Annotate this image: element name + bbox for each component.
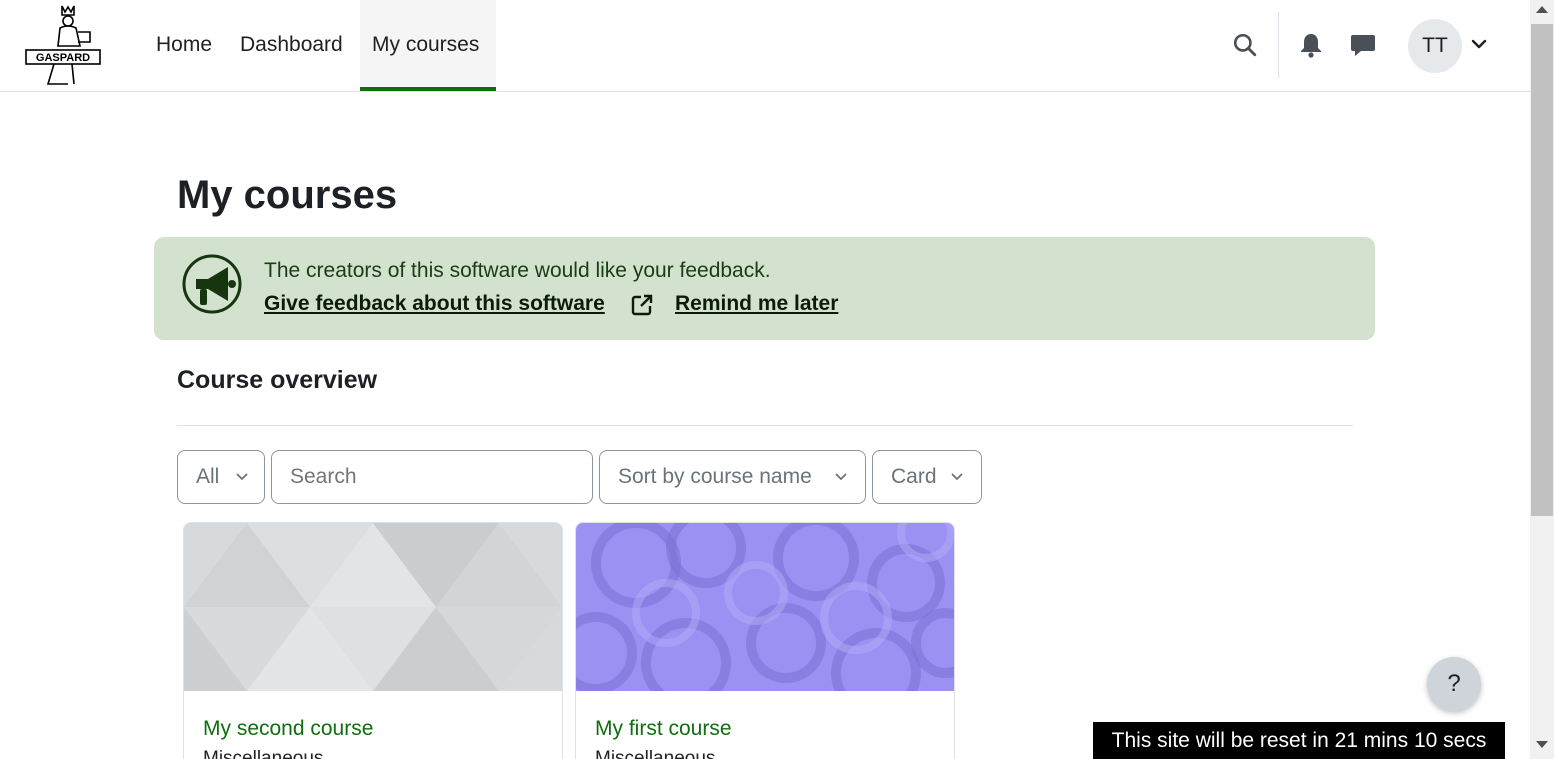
view-value: Card [891,465,937,488]
sort-value: Sort by course name [618,465,812,488]
gaspard-logo[interactable]: GASPARD [22,4,104,86]
scroll-down-arrow-icon[interactable] [1536,741,1548,748]
give-feedback-link[interactable]: Give feedback about this software [264,292,605,316]
course-card[interactable]: My second course Miscellaneous [183,522,563,759]
page-title: My courses [177,173,398,217]
top-navbar: GASPARD Home Dashboard My courses TT [0,0,1530,92]
course-category: Miscellaneous [595,748,716,759]
course-image[interactable] [184,523,562,691]
chevron-down-icon[interactable] [1468,33,1490,55]
section-divider [177,425,1353,426]
bell-icon[interactable] [1294,28,1328,62]
course-overview-title: Course overview [177,366,378,394]
course-image[interactable] [576,523,954,691]
course-category: Miscellaneous [203,748,324,759]
course-name-link[interactable]: My second course [203,717,373,741]
view-dropdown[interactable]: Card [872,450,982,504]
course-card[interactable]: My first course Miscellaneous [575,522,955,759]
chat-icon[interactable] [1346,28,1380,62]
grouping-value: All [196,465,220,488]
scrollbar-thumb[interactable] [1531,24,1553,516]
remind-me-later-link[interactable]: Remind me later [675,292,838,316]
site-reset-notice: This site will be reset in 21 mins 10 se… [1093,722,1505,759]
help-button[interactable]: ? [1427,657,1481,711]
megaphone-icon [182,254,242,314]
nav-my-courses-link[interactable]: My courses [360,0,496,91]
chevron-down-icon [835,473,847,481]
nav-dashboard-link[interactable]: Dashboard [228,0,355,90]
feedback-message: The creators of this software would like… [264,259,771,282]
chevron-down-icon [951,473,963,481]
course-search-input[interactable] [271,450,593,504]
course-name-link[interactable]: My first course [595,717,732,741]
logo-text: GASPARD [36,52,90,64]
user-avatar[interactable]: TT [1408,19,1462,73]
navbar-divider [1278,12,1279,78]
search-icon[interactable] [1228,28,1262,62]
chevron-down-icon [236,473,248,481]
nav-home-link[interactable]: Home [144,0,224,90]
feedback-notice: The creators of this software would like… [154,237,1375,340]
grouping-dropdown[interactable]: All [177,450,265,504]
sort-dropdown[interactable]: Sort by course name [599,450,866,504]
scroll-up-arrow-icon[interactable] [1536,6,1548,13]
external-link-icon[interactable] [630,293,654,317]
